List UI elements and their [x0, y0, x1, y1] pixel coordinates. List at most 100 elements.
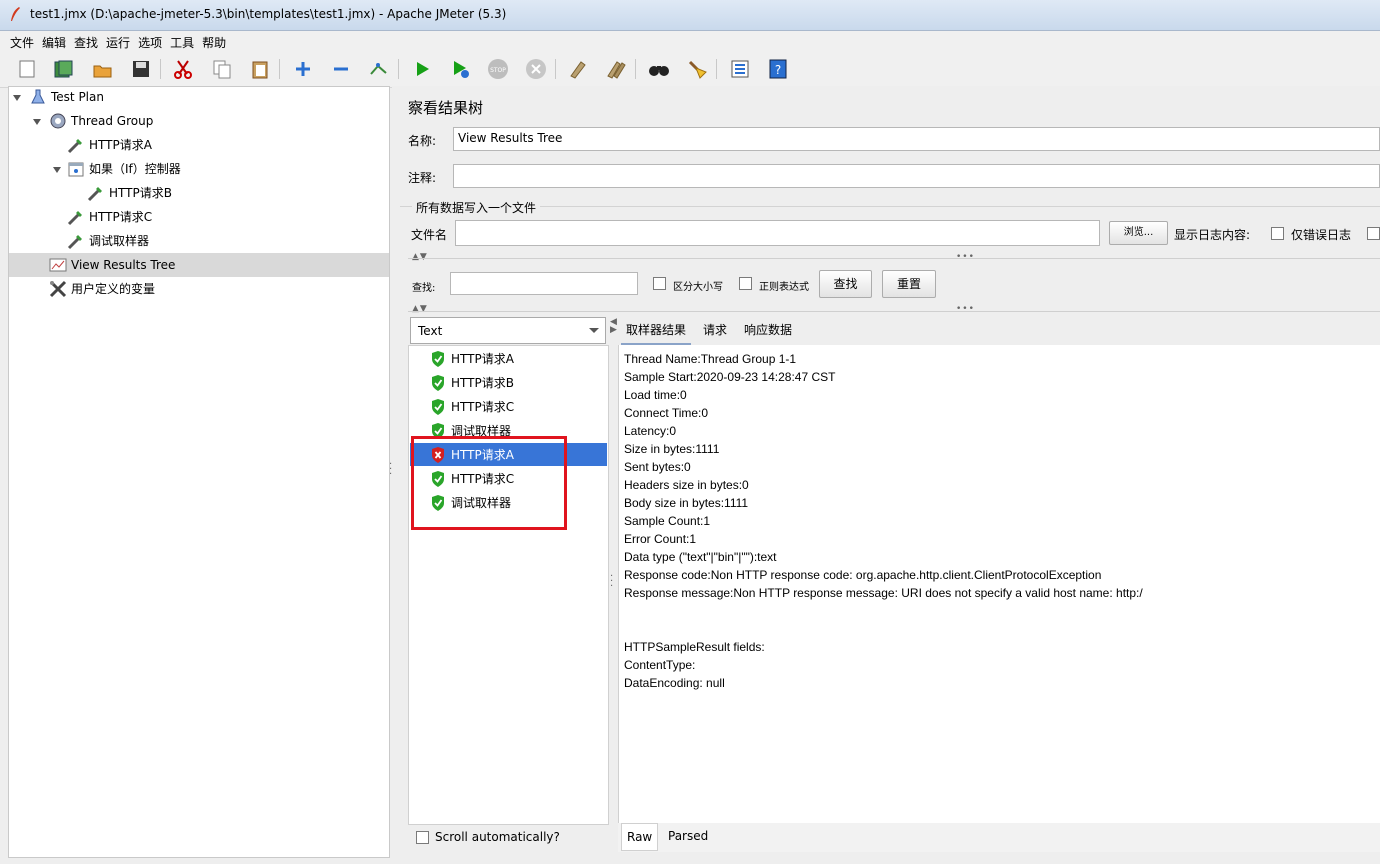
case-sensitive-checkbox[interactable]: [653, 277, 666, 290]
comment-field[interactable]: [453, 164, 1380, 188]
function-helper-icon[interactable]: [728, 57, 752, 81]
name-field[interactable]: View Results Tree: [453, 127, 1380, 151]
shutdown-icon[interactable]: [524, 57, 548, 81]
tree-item-http-c[interactable]: HTTP请求C: [67, 207, 152, 227]
scroll-automatically-checkbox[interactable]: [416, 831, 429, 844]
highlight-box: [411, 436, 567, 530]
reset-button[interactable]: 重置: [882, 270, 936, 298]
search-label: 查找:: [412, 283, 436, 294]
clear-icon[interactable]: [566, 57, 590, 81]
jmeter-feather-icon: [11, 7, 20, 21]
templates-icon[interactable]: [52, 57, 76, 81]
expand-arrow-icon[interactable]: [33, 119, 41, 125]
tree-item-http-b[interactable]: HTTP请求B: [87, 183, 172, 203]
collapse-icon[interactable]: [329, 57, 353, 81]
menu-options[interactable]: 选项: [134, 31, 166, 51]
tree-item-label: HTTP请求C: [89, 210, 153, 224]
success-shield-icon: [432, 374, 444, 391]
browse-button[interactable]: 浏览...: [1109, 221, 1168, 245]
clear-all-icon[interactable]: [604, 57, 628, 81]
title-bar: test1.jmx (D:\apache-jmeter-5.3\bin\temp…: [0, 0, 1380, 31]
success-shield-icon: [432, 398, 444, 415]
tab-sampler-result[interactable]: 取样器结果: [621, 317, 692, 345]
tree-item-label: 用户定义的变量: [71, 282, 156, 296]
open-icon[interactable]: [91, 57, 115, 81]
reset-search-icon[interactable]: [685, 57, 709, 81]
test-plan-icon: [29, 88, 47, 106]
errors-only-checkbox[interactable]: [1271, 227, 1284, 240]
divider: [408, 258, 1380, 259]
expand-icon[interactable]: [291, 57, 315, 81]
sampler-result-text: Thread Name:Thread Group 1-1 Sample Start…: [618, 345, 1380, 823]
sampler-icon: [67, 232, 85, 250]
scroll-automatically-label: Scroll automatically?: [435, 830, 560, 844]
result-item-label: HTTP请求B: [451, 376, 514, 390]
collapse-arrows-icon[interactable]: ▲▼: [412, 252, 428, 262]
result-item[interactable]: HTTP请求B: [410, 371, 607, 394]
renderer-select[interactable]: Text: [410, 317, 606, 344]
collapse-arrows-icon[interactable]: ▲▼: [412, 304, 428, 314]
errors-only-label: 仅错误日志: [1291, 228, 1352, 242]
paste-icon[interactable]: [248, 57, 272, 81]
tree-item-label: View Results Tree: [71, 258, 176, 272]
filename-label: 文件名: [411, 228, 448, 242]
success-only-checkbox[interactable]: [1367, 227, 1380, 240]
tab-request[interactable]: 请求: [698, 317, 732, 343]
menu-search[interactable]: 查找: [70, 31, 102, 51]
search-input[interactable]: [450, 272, 638, 295]
results-list: HTTP请求A HTTP请求B HTTP请求C 调试取样器 HTTP请求A HTTP请求C…: [408, 345, 609, 825]
case-sensitive-label: 区分大小写: [673, 282, 723, 293]
file-group-title: 所有数据写入一个文件: [412, 199, 541, 216]
menu-file[interactable]: 文件: [6, 31, 38, 51]
menu-tools[interactable]: 工具: [166, 31, 198, 51]
svg-text:?: ?: [775, 63, 781, 77]
cut-icon[interactable]: [171, 57, 195, 81]
result-item-label: HTTP请求C: [451, 400, 515, 414]
tree-item-label: 调试取样器: [89, 234, 150, 248]
tree-item-user-variables[interactable]: 用户定义的变量: [49, 279, 155, 299]
tree-item-thread-group[interactable]: Thread Group: [49, 111, 153, 131]
tree-item-debug-sampler[interactable]: 调试取样器: [67, 231, 149, 251]
save-icon[interactable]: [129, 57, 153, 81]
tab-raw[interactable]: Raw: [621, 823, 659, 851]
sampler-icon: [87, 184, 105, 202]
regex-checkbox[interactable]: [739, 277, 752, 290]
toolbar: STOP ?: [0, 53, 1380, 88]
menu-edit[interactable]: 编辑: [38, 31, 70, 51]
detail-line: Size in bytes:1111: [624, 442, 720, 456]
split-arrows-icon[interactable]: ◀ ▶: [610, 318, 618, 335]
stop-icon[interactable]: STOP: [486, 57, 510, 81]
controller-icon: [67, 160, 85, 178]
tab-parsed[interactable]: Parsed: [663, 823, 713, 849]
start-icon[interactable]: [410, 57, 434, 81]
toggle-icon[interactable]: [367, 57, 391, 81]
tree-item-test-plan[interactable]: Test Plan: [29, 87, 104, 107]
tree-item-http-a[interactable]: HTTP请求A: [67, 135, 152, 155]
divider-grip[interactable]: •••: [956, 304, 975, 314]
detail-line: Headers size in bytes:0: [624, 478, 749, 492]
filename-field[interactable]: [455, 220, 1100, 246]
tree-item-view-results-tree[interactable]: View Results Tree: [49, 255, 175, 275]
menu-run[interactable]: 运行: [102, 31, 134, 51]
help-icon[interactable]: ?: [766, 57, 790, 81]
detail-line: ContentType:: [624, 658, 696, 672]
expand-arrow-icon[interactable]: [53, 167, 61, 173]
detail-line: Sample Count:1: [624, 514, 711, 528]
tree-item-if-controller[interactable]: 如果（If）控制器: [67, 159, 181, 179]
result-item[interactable]: HTTP请求A: [410, 347, 607, 370]
detail-line: Response message:Non HTTP response messa…: [624, 586, 1143, 600]
menu-bar: 文件 编辑 查找 运行 选项 工具 帮助: [0, 31, 1380, 53]
start-no-pause-icon[interactable]: [448, 57, 472, 81]
new-icon[interactable]: [15, 57, 39, 81]
divider-grip[interactable]: •••: [956, 252, 975, 262]
vertical-splitter-grip[interactable]: · · ·: [610, 572, 614, 592]
menu-help[interactable]: 帮助: [198, 31, 230, 51]
tree-item-label: Test Plan: [51, 90, 104, 104]
search-button[interactable]: 查找: [819, 270, 872, 298]
search-icon[interactable]: [647, 57, 671, 81]
result-item[interactable]: HTTP请求C: [410, 395, 607, 418]
tab-response-data[interactable]: 响应数据: [739, 317, 797, 343]
copy-icon[interactable]: [210, 57, 234, 81]
detail-line: Latency:0: [624, 424, 677, 438]
expand-arrow-icon[interactable]: [13, 95, 21, 101]
